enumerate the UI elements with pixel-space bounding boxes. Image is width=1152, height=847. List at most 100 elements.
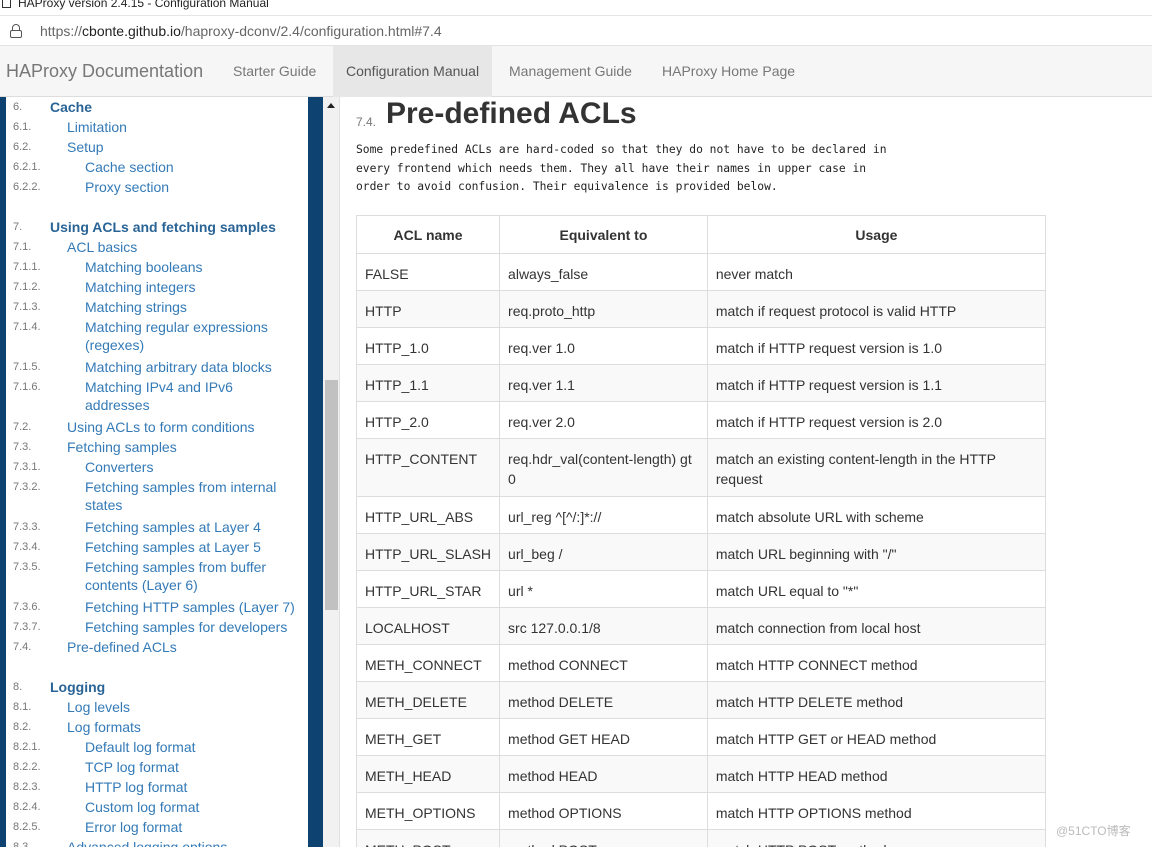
toc-item-number: 7.3.7. [13, 621, 41, 633]
table-row: METH_DELETE method DELETE match HTTP DELET… [355, 681, 1047, 719]
toc-item-link[interactable]: Cache section [85, 157, 174, 177]
toc-item-number: 8.3. [13, 841, 32, 847]
equivalent-cell: req.hdr_val(content-length) gt 0 [499, 438, 708, 497]
toc-item-link[interactable]: Fetching HTTP samples (Layer 7) [85, 597, 295, 617]
toc-item[interactable]: 8. Logging [6, 677, 308, 697]
toc-item-link[interactable]: ACL basics [67, 237, 137, 257]
toc-item-link[interactable]: Fetching samples at Layer 4 [85, 517, 261, 537]
toc-item[interactable]: 6.1. Limitation [6, 117, 308, 137]
toc-item[interactable]: 6.2.1. Cache section [6, 157, 308, 177]
toc-item-link[interactable]: Using ACLs and fetching samples [50, 217, 276, 237]
toc-item-link[interactable]: Pre-defined ACLs [67, 637, 177, 657]
toc-item-number: 7.3.3. [13, 521, 41, 533]
toc-item[interactable]: 8.2.1. Default log format [6, 737, 308, 757]
toc-item[interactable]: 7.1.3. Matching strings [6, 297, 308, 317]
toc-item-link[interactable]: TCP log format [85, 757, 179, 777]
sidebar-scrollbar[interactable] [323, 97, 340, 847]
acl-name-cell: HTTP_CONTENT [355, 438, 501, 497]
toc-item[interactable]: 8.2.2. TCP log format [6, 757, 308, 777]
toc-item[interactable]: 6.2. Setup [6, 137, 308, 157]
toc-item-link[interactable]: Matching integers [85, 277, 196, 297]
table-row: HTTP_1.0 req.ver 1.0 match if HTTP request… [355, 327, 1047, 365]
toc-item[interactable]: 8.3. Advanced logging options [6, 837, 308, 847]
toc-item-link[interactable]: Converters [85, 457, 153, 477]
brand-link[interactable]: HAProxy Documentation [6, 61, 203, 82]
lock-icon[interactable] [10, 24, 22, 38]
toc-item[interactable]: 7.3.6. Fetching HTTP samples (Layer 7) [6, 597, 308, 617]
toc-item-link-continuation[interactable]: (regexes) [85, 337, 144, 353]
toc-item-number: 8.2.4. [13, 801, 41, 813]
toc-item-link-continuation[interactable]: addresses [85, 397, 150, 413]
toc-item-link[interactable]: Matching regular expressions [85, 317, 268, 337]
toc-item[interactable]: 7.2. Using ACLs to form conditions [6, 417, 308, 437]
acl-name-cell: HTTP_URL_STAR [355, 570, 501, 608]
toc-item-link[interactable]: Matching IPv4 and IPv6 [85, 377, 233, 397]
toc-item[interactable]: 7.1.4. Matching regular expressions [6, 317, 308, 337]
acl-name-cell: HTTP_2.0 [355, 401, 501, 439]
toc-item-link[interactable]: Default log format [85, 737, 196, 757]
toc-item-link[interactable]: Matching strings [85, 297, 187, 317]
toc-item[interactable]: 7.3.1. Converters [6, 457, 308, 477]
toc-item-link[interactable]: Matching booleans [85, 257, 203, 277]
toc-item-link[interactable]: Custom log format [85, 797, 199, 817]
toc-item-link-continuation[interactable]: states [85, 497, 122, 513]
toc-item[interactable]: 7.3.5. Fetching samples from buffer [6, 557, 308, 577]
toc-item-link-continuation[interactable]: contents (Layer 6) [85, 577, 198, 593]
nav-starter-guide[interactable]: Starter Guide [220, 46, 329, 97]
toc-item-link[interactable]: HTTP log format [85, 777, 187, 797]
toc-item[interactable]: 7.1.2. Matching integers [6, 277, 308, 297]
acl-name-cell: METH_GET [355, 718, 501, 756]
toc-item[interactable]: 7.3.7. Fetching samples for developers [6, 617, 308, 637]
nav-configuration-manual[interactable]: Configuration Manual [333, 46, 493, 97]
usage-cell: match connection from local host [706, 607, 1047, 645]
toc-item-link[interactable]: Cache [50, 97, 92, 117]
toc-item[interactable]: 6.2.2. Proxy section [6, 177, 308, 197]
toc-item[interactable]: 7. Using ACLs and fetching samples [6, 217, 308, 237]
toc-item[interactable]: 7.3.3. Fetching samples at Layer 4 [6, 517, 308, 537]
scroll-up-arrow-icon[interactable] [327, 103, 335, 108]
toc-item-link[interactable]: Setup [67, 137, 104, 157]
toc-item-link[interactable]: Log formats [67, 717, 141, 737]
toc-item[interactable]: 7.1. ACL basics [6, 237, 308, 257]
toc-item[interactable]: 8.1. Log levels [6, 697, 308, 717]
scrollbar-thumb[interactable] [325, 380, 338, 610]
url-text[interactable]: https://cbonte.github.io/haproxy-dconv/2… [40, 23, 442, 39]
toc-item[interactable]: 7.3.4. Fetching samples at Layer 5 [6, 537, 308, 557]
address-bar[interactable]: https://cbonte.github.io/haproxy-dconv/2… [0, 15, 1152, 45]
toc-item-link[interactable]: Limitation [67, 117, 127, 137]
toc-item-link[interactable]: Fetching samples from buffer [85, 557, 266, 577]
toc-item-link[interactable]: Fetching samples for developers [85, 617, 287, 637]
toc-item[interactable]: 8.2.3. HTTP log format [6, 777, 308, 797]
table-row: HTTP req.proto_http match if request proto… [355, 290, 1047, 328]
toc-item-link[interactable]: Logging [50, 677, 105, 697]
toc-item-number: 7.1.5. [13, 361, 41, 373]
toc-item-link[interactable]: Fetching samples [67, 437, 177, 457]
toc-item-number: 7.3. [13, 441, 32, 453]
toc-item[interactable]: 7.3. Fetching samples [6, 437, 308, 457]
toc-item-link[interactable]: Matching arbitrary data blocks [85, 357, 272, 377]
nav-management-guide[interactable]: Management Guide [496, 46, 645, 97]
toc-item-number: 6. [13, 101, 23, 113]
toc-item[interactable]: 8.2.5. Error log format [6, 817, 308, 837]
usage-cell: match if request protocol is valid HTTP [706, 290, 1047, 328]
toc-item-link[interactable]: Fetching samples at Layer 5 [85, 537, 261, 557]
toc-item[interactable]: 6. Cache [6, 97, 308, 117]
toc-item-link[interactable]: Using ACLs to form conditions [67, 417, 255, 437]
table-row: HTTP_URL_ABS url_reg ^[^/:]*://match abso… [355, 496, 1047, 534]
equivalent-cell: method HEAD [499, 755, 708, 793]
toc-item[interactable]: 7.1.5. Matching arbitrary data blocks [6, 357, 308, 377]
toc-item[interactable]: 8.2. Log formats [6, 717, 308, 737]
toc-item[interactable]: 7.1.6. Matching IPv4 and IPv6 [6, 377, 308, 397]
nav-haproxy-home-page[interactable]: HAProxy Home Page [649, 46, 808, 97]
toc-item-number: 8.2.3. [13, 781, 41, 793]
toc-item-link[interactable]: Advanced logging options [67, 837, 227, 847]
usage-cell: match if HTTP request version is 1.1 [706, 364, 1047, 402]
toc-item[interactable]: 8.2.4. Custom log format [6, 797, 308, 817]
toc-item-link[interactable]: Log levels [67, 697, 130, 717]
toc-item[interactable]: 7.4. Pre-defined ACLs [6, 637, 308, 657]
toc-item-link[interactable]: Proxy section [85, 177, 169, 197]
toc-item-link[interactable]: Error log format [85, 817, 182, 837]
toc-item-link[interactable]: Fetching samples from internal [85, 477, 276, 497]
toc-item[interactable]: 7.1.1. Matching booleans [6, 257, 308, 277]
toc-item[interactable]: 7.3.2. Fetching samples from internal [6, 477, 308, 497]
